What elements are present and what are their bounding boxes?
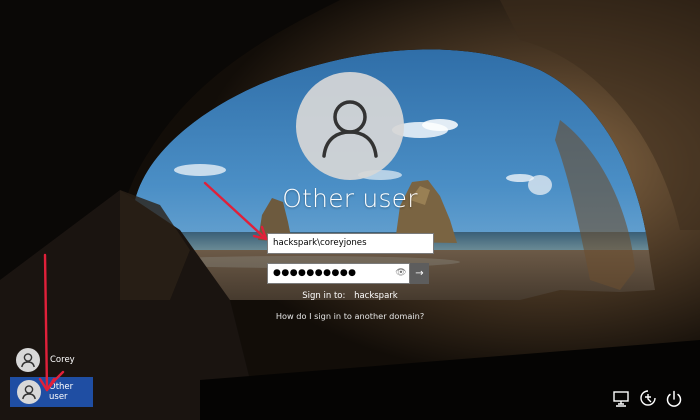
submit-button[interactable]: → bbox=[410, 263, 429, 284]
username-input[interactable]: hackspark\coreyjones bbox=[267, 233, 434, 254]
user-tile-label: Other user bbox=[49, 382, 74, 402]
user-tile-other-user[interactable]: Other user bbox=[10, 377, 93, 407]
user-icon bbox=[17, 380, 41, 404]
user-tile-label: Corey bbox=[50, 355, 75, 365]
signin-domain-text: Sign in to: hackspark bbox=[250, 291, 450, 301]
user-icon bbox=[322, 100, 378, 158]
arrow-right-icon: → bbox=[415, 268, 424, 279]
help-link[interactable]: How do I sign in to another domain? bbox=[240, 311, 460, 321]
network-icon bbox=[613, 391, 629, 407]
user-avatar bbox=[296, 72, 404, 180]
power-icon bbox=[666, 390, 682, 407]
power-button[interactable] bbox=[664, 389, 684, 409]
signin-domain: hackspark bbox=[354, 291, 398, 301]
network-button[interactable] bbox=[611, 389, 631, 409]
page-title: Other user bbox=[282, 184, 418, 213]
password-field-group: ●●●●●●●●●● 👁 → bbox=[267, 263, 429, 284]
user-icon bbox=[16, 348, 40, 372]
user-tile-corey[interactable]: Corey bbox=[16, 348, 75, 372]
password-input[interactable]: ●●●●●●●●●● bbox=[267, 263, 410, 284]
eye-icon[interactable]: 👁 bbox=[395, 266, 407, 280]
ease-of-access-button[interactable] bbox=[638, 388, 658, 408]
ease-of-access-icon bbox=[640, 390, 656, 406]
signin-to-label: Sign in to: bbox=[302, 291, 346, 301]
login-panel: Other user hackspark\coreyjones ●●●●●●●●… bbox=[0, 0, 700, 420]
